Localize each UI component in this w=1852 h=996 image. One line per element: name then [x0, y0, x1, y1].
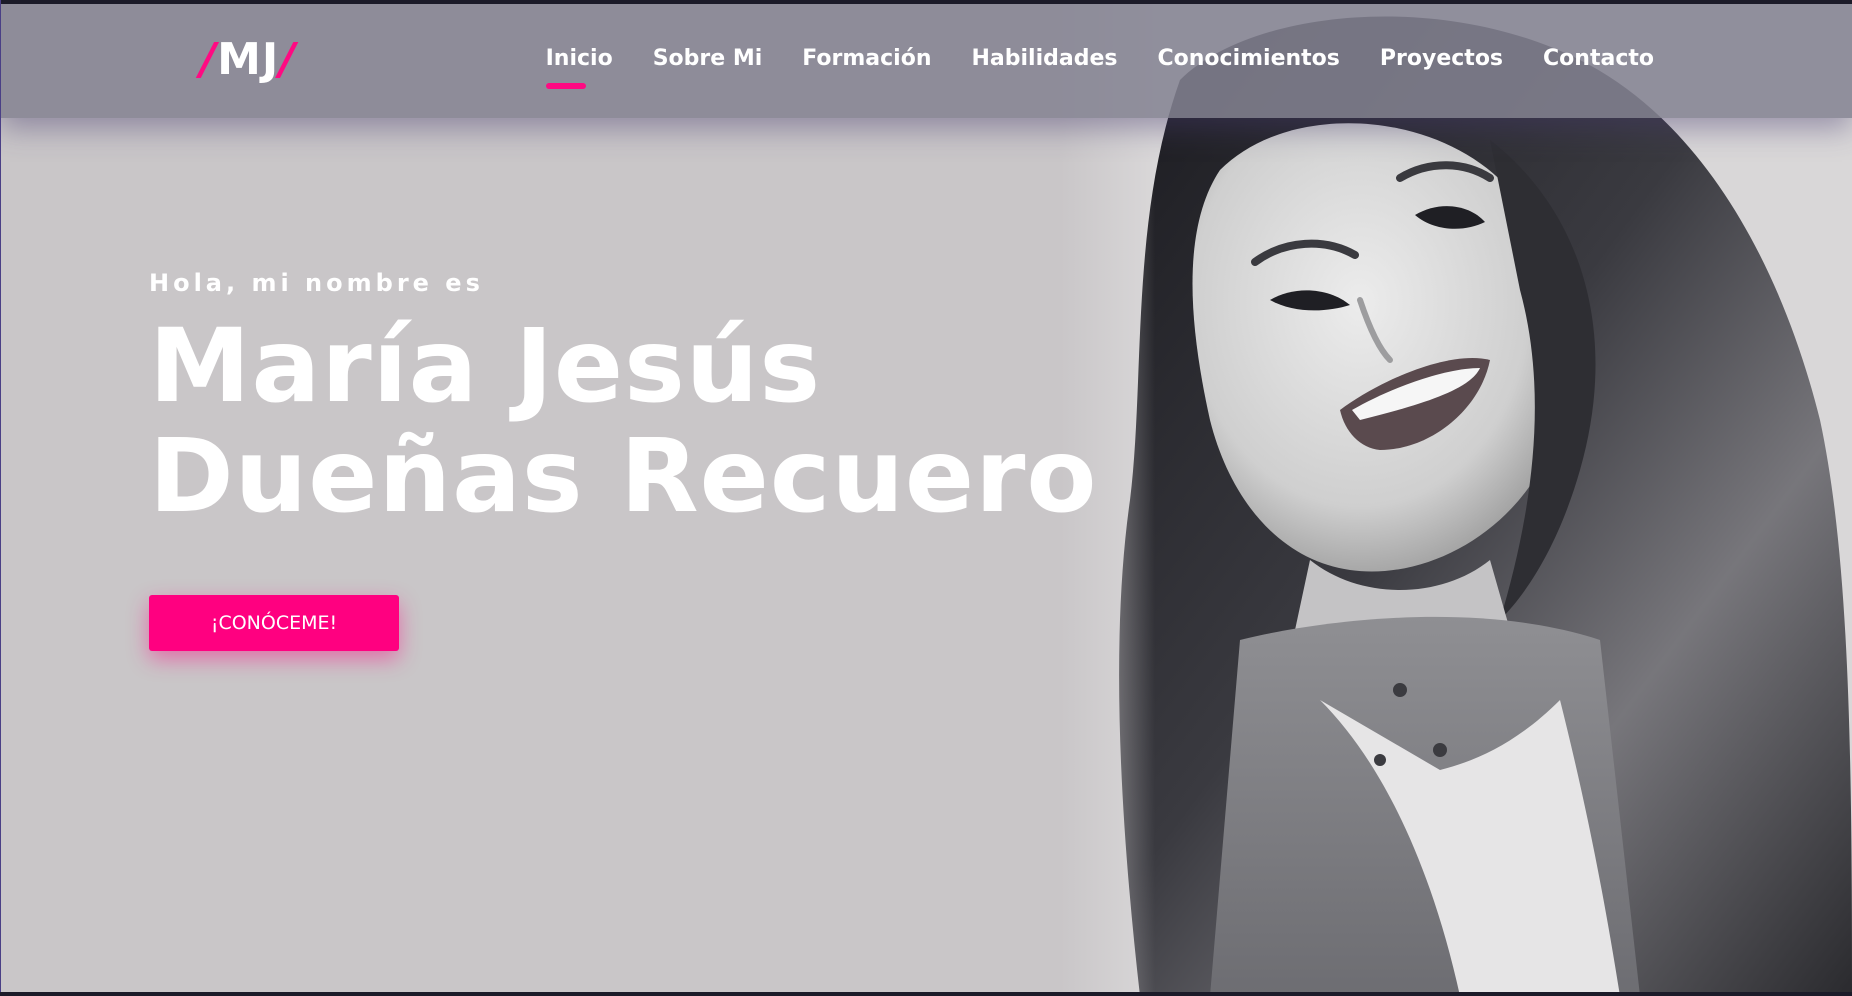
nav-item-formacion[interactable]: Formación	[802, 44, 931, 74]
nav-item-proyectos[interactable]: Proyectos	[1380, 44, 1503, 74]
hero-portrait-photo	[1060, 0, 1852, 996]
hero-name: María Jesús Dueñas Recuero	[149, 312, 1098, 532]
page: /MJ/ Inicio Sobre Mi Formación Habilidad…	[0, 0, 1852, 996]
logo-letters: MJ	[217, 34, 280, 85]
window-left-edge	[0, 0, 1, 996]
navbar: /MJ/ Inicio Sobre Mi Formación Habilidad…	[0, 4, 1852, 118]
hero-name-line-1: María Jesús	[149, 307, 822, 426]
nav-item-conocimientos[interactable]: Conocimientos	[1158, 44, 1340, 74]
nav-item-contacto[interactable]: Contacto	[1543, 44, 1654, 74]
nav-item-habilidades[interactable]: Habilidades	[972, 44, 1118, 74]
window-top-edge	[0, 0, 1852, 4]
logo-slash-right: /	[279, 34, 297, 85]
hero-greeting: Hola, mi nombre es	[149, 269, 484, 297]
hero-intro: Hola, mi nombre es María Jesús Dueñas Re…	[149, 266, 1098, 532]
nav-item-sobre-mi[interactable]: Sobre Mi	[653, 44, 763, 74]
nav-menu: Inicio Sobre Mi Formación Habilidades Co…	[545, 44, 1654, 89]
conoceme-button[interactable]: ¡CONÓCEME!	[149, 595, 399, 651]
hero-name-line-2: Dueñas Recuero	[149, 417, 1098, 536]
window-bottom-edge	[0, 992, 1852, 996]
site-logo[interactable]: /MJ/	[200, 34, 296, 86]
nav-item-inicio[interactable]: Inicio	[545, 44, 613, 89]
logo-slash-left: /	[200, 34, 218, 85]
